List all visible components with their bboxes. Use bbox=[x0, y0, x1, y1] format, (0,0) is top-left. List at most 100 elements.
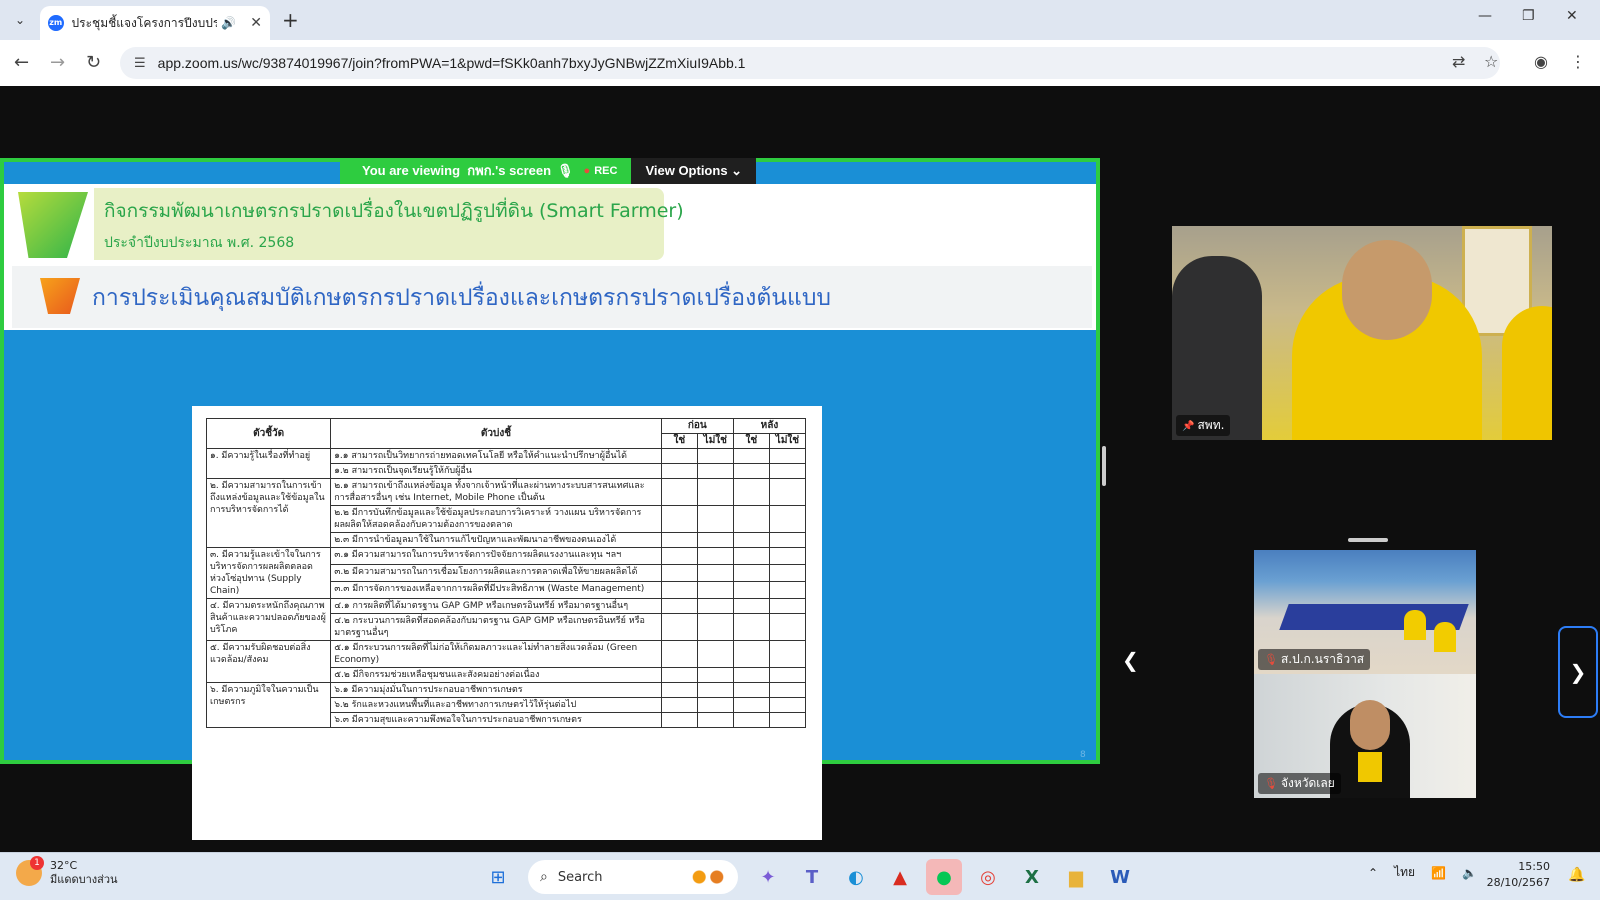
zoom-favicon-icon: zm bbox=[48, 15, 64, 31]
detail-cell: ๒.๒ มีการบันทึกข้อมูลและใช้ข้อมูลประกอบก… bbox=[330, 505, 662, 533]
bookmark-star-icon[interactable]: ☆ bbox=[1484, 52, 1498, 71]
col-before-no: ไม่ใช่ bbox=[696, 433, 734, 449]
tab-close-icon[interactable]: ✕ bbox=[250, 15, 262, 31]
detail-cell: ๓.๒ มีความสามารถในการเชื่อมโยงการผลิตและ… bbox=[330, 564, 662, 582]
weather-description: มีแดดบางส่วน bbox=[50, 873, 118, 886]
mic-muted-icon: 🎙 bbox=[1264, 777, 1278, 790]
checkbox-cell bbox=[696, 697, 734, 713]
viewing-prefix: You are viewing bbox=[362, 163, 461, 178]
slide-year: ประจำปีงบประมาณ พ.ศ. 2568 bbox=[104, 235, 295, 251]
checkbox-cell bbox=[696, 463, 734, 479]
view-options-button[interactable]: View Options ⌄ bbox=[631, 158, 757, 184]
next-page-chevron-icon[interactable]: ❯ bbox=[1558, 626, 1598, 718]
checkbox-cell bbox=[696, 505, 734, 533]
weather-sun-icon: 1 bbox=[16, 856, 44, 886]
checkbox-cell bbox=[732, 564, 770, 582]
copilot-icon[interactable]: ✦ bbox=[750, 859, 786, 895]
col-before: ก่อน bbox=[660, 418, 734, 434]
thumbnail-name-tag: 🎙 จังหวัดเลย bbox=[1258, 773, 1341, 794]
main-video-tile[interactable]: 📌 สพท. bbox=[1172, 226, 1552, 440]
slide-title-box: กิจกรรมพัฒนาเกษตรกรปราดเปรื่องในเขตปฏิรู… bbox=[94, 188, 684, 260]
table-row: ๔. มีความตระหนักถึงคุณภาพสินค้าและความปล… bbox=[205, 598, 807, 641]
new-tab-button[interactable]: + bbox=[282, 8, 299, 32]
profile-avatar-icon[interactable]: ◉ bbox=[1534, 52, 1548, 71]
line-app-icon[interactable]: ● bbox=[926, 859, 962, 895]
green-decor-shape bbox=[18, 192, 88, 258]
checkbox-cell bbox=[696, 640, 734, 668]
weather-widget[interactable]: 1 32°C มีแดดบางส่วน bbox=[16, 856, 118, 887]
acrobat-icon[interactable]: ▲ bbox=[882, 859, 918, 895]
pin-icon: 📌 bbox=[1182, 421, 1195, 432]
edge-icon[interactable]: ◐ bbox=[838, 859, 874, 895]
checkbox-cell bbox=[768, 697, 807, 713]
tab-search-chevron-icon[interactable]: ⌄ bbox=[8, 8, 32, 32]
window-restore-button[interactable]: ❐ bbox=[1522, 8, 1535, 24]
excel-icon[interactable]: X bbox=[1014, 859, 1050, 895]
checkbox-cell bbox=[696, 613, 734, 641]
site-settings-icon[interactable]: ☰ bbox=[134, 56, 146, 71]
word-icon[interactable]: W bbox=[1102, 859, 1138, 895]
checkbox-cell bbox=[660, 505, 698, 533]
strip-drag-handle[interactable] bbox=[1348, 538, 1388, 542]
presenter-mic-icon: 🎙 bbox=[557, 163, 574, 178]
resize-handle[interactable] bbox=[1102, 446, 1106, 486]
col-after-no: ไม่ใช่ bbox=[768, 433, 807, 449]
checkbox-cell bbox=[660, 712, 698, 728]
reload-icon[interactable]: ↻ bbox=[86, 52, 101, 73]
checkbox-cell bbox=[660, 640, 698, 668]
detail-cell: ๔.๒ กระบวนการผลิตที่สอดคล้องกับมาตรฐาน G… bbox=[330, 613, 662, 641]
checkbox-cell bbox=[768, 598, 807, 614]
slide-heading: การประเมินคุณสมบัติเกษตรกรปราดเปรื่องและ… bbox=[92, 285, 832, 311]
browser-tab-zoom[interactable]: zm ประชุมชี้แจงโครงการปีงบประมาณ 🔊 ✕ bbox=[40, 6, 270, 40]
notification-bell-icon[interactable]: 🔔 bbox=[1568, 867, 1585, 883]
speaker-icon[interactable]: 🔊 bbox=[221, 16, 236, 30]
translate-icon[interactable]: ⇄ bbox=[1452, 52, 1465, 71]
windows-start-icon[interactable]: ⊞ bbox=[480, 859, 516, 895]
checkbox-cell bbox=[660, 463, 698, 479]
checkbox-cell bbox=[660, 564, 698, 582]
thumbnail-name: จังหวัดเลย bbox=[1280, 776, 1335, 790]
viewing-name: กพก.'s screen bbox=[467, 163, 552, 178]
tray-overflow-chevron-icon[interactable]: ⌃ bbox=[1368, 866, 1378, 880]
file-explorer-icon[interactable]: ▆ bbox=[1058, 859, 1094, 895]
checkbox-cell bbox=[732, 712, 770, 728]
participant-left bbox=[1172, 256, 1262, 440]
previous-page-chevron-icon[interactable]: ❮ bbox=[1122, 648, 1139, 672]
zoom-meeting-stage: You are viewing กพก.'s screen 🎙 REC View… bbox=[0, 86, 1600, 852]
taskbar-search-box[interactable]: ⌕ Search bbox=[528, 860, 738, 894]
video-thumbnail-1[interactable]: 🎙 ส.ป.ก.นราธิวาส bbox=[1254, 550, 1476, 674]
teams-icon[interactable]: T bbox=[794, 859, 830, 895]
slide-page-number: 8 bbox=[1080, 750, 1086, 760]
input-language[interactable]: ไทย bbox=[1394, 863, 1415, 882]
checkbox-cell bbox=[696, 478, 734, 506]
detail-cell: ๓.๑ มีความสามารถในการบริหารจัดการปัจจัยก… bbox=[330, 547, 662, 565]
indicator-cell: ๔. มีความตระหนักถึงคุณภาพสินค้าและความปล… bbox=[205, 598, 332, 641]
volume-icon[interactable]: 🔈 bbox=[1462, 866, 1477, 880]
detail-cell: ๕.๑ มีกระบวนการผลิตที่ไม่ก่อให้เกิดมลภาว… bbox=[330, 640, 662, 668]
participant-head bbox=[1342, 240, 1432, 340]
checkbox-cell bbox=[660, 448, 698, 464]
weather-badge: 1 bbox=[30, 856, 44, 870]
detail-cell: ๒.๑ สามารถเข้าถึงแหล่งข้อมูล ทั้งจากเจ้า… bbox=[330, 478, 662, 506]
address-bar[interactable]: ☰ app.zoom.us/wc/93874019967/join?fromPW… bbox=[120, 47, 1500, 79]
window-minimize-button[interactable]: — bbox=[1478, 8, 1492, 24]
browser-menu-icon[interactable]: ⋮ bbox=[1570, 52, 1586, 71]
search-icon: ⌕ bbox=[540, 869, 548, 885]
mic-muted-icon: 🎙 bbox=[1264, 653, 1278, 666]
back-arrow-icon[interactable]: ← bbox=[14, 52, 29, 73]
col-detail: ตัวบ่งชี้ bbox=[330, 418, 662, 449]
forward-arrow-icon[interactable]: → bbox=[50, 52, 65, 73]
indicator-cell: ๑. มีความรู้ในเรื่องที่ทำอยู่ bbox=[205, 448, 332, 479]
chrome-icon[interactable]: ◎ bbox=[970, 859, 1006, 895]
detail-cell: ๕.๒ มีกิจกรรมช่วยเหลือชุมชนและสังคมอย่าง… bbox=[330, 667, 662, 683]
search-highlight-icon bbox=[686, 868, 730, 886]
indicator-cell: ๓. มีความรู้และเข้าใจในการบริหารจัดการผล… bbox=[205, 547, 332, 599]
checkbox-cell bbox=[732, 505, 770, 533]
table-row: ๖. มีความภูมิใจในความเป็นเกษตรกร ๖.๑ มีคว… bbox=[205, 682, 807, 728]
checkbox-cell bbox=[768, 613, 807, 641]
window-close-button[interactable]: ✕ bbox=[1566, 8, 1578, 24]
wifi-icon[interactable]: 📶 bbox=[1431, 866, 1446, 880]
video-thumbnail-2[interactable]: 🎙 จังหวัดเลย bbox=[1254, 674, 1476, 798]
taskbar-clock[interactable]: 15:50 28/10/2567 bbox=[1480, 859, 1550, 891]
checkbox-cell bbox=[696, 581, 734, 599]
